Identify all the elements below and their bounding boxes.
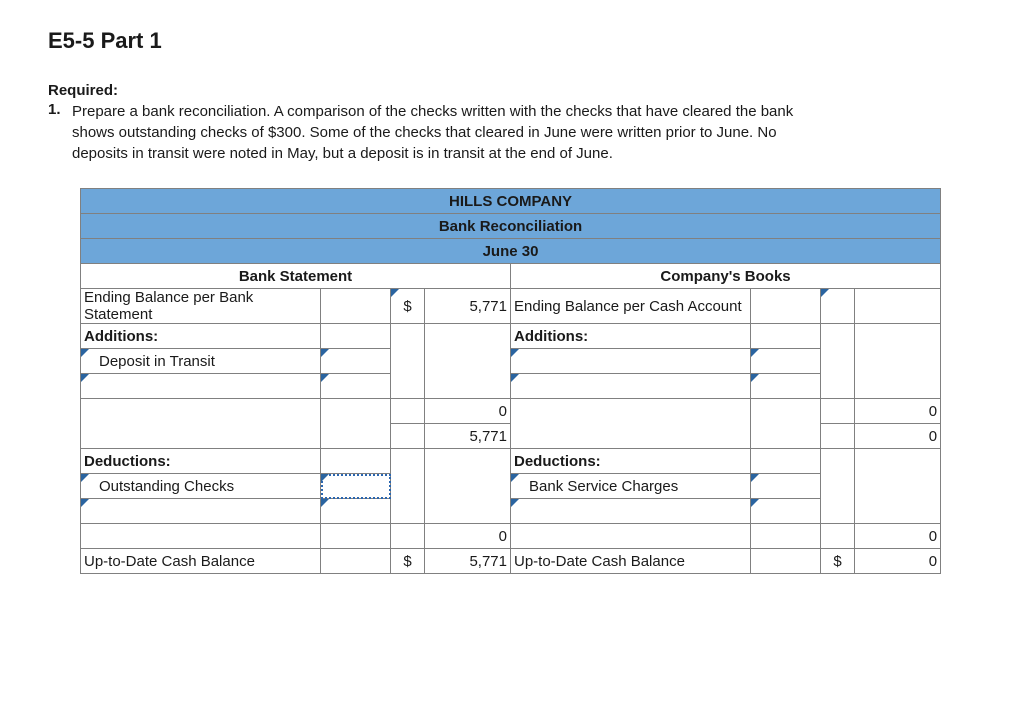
col-header-books: Company's Books bbox=[511, 264, 941, 289]
report-title: Bank Reconciliation bbox=[81, 214, 941, 239]
right-add1-dropdown[interactable] bbox=[511, 349, 751, 374]
right-uptodate-label: Up-to-Date Cash Balance bbox=[511, 549, 751, 574]
right-add2-amt[interactable] bbox=[751, 374, 821, 399]
left-after-add: 5,771 bbox=[425, 424, 511, 449]
left-add2-dropdown[interactable] bbox=[81, 374, 321, 399]
left-uptodate-cur: $ bbox=[391, 549, 425, 574]
right-ded1-amt[interactable] bbox=[751, 474, 821, 499]
right-ending-val[interactable] bbox=[855, 289, 941, 324]
left-ded-subtotal: 0 bbox=[425, 524, 511, 549]
left-add-subtotal: 0 bbox=[425, 399, 511, 424]
required-block: Required: 1. Prepare a bank reconciliati… bbox=[48, 82, 976, 164]
left-ending-label: Ending Balance per Bank Statement bbox=[81, 289, 321, 324]
right-add2-dropdown[interactable] bbox=[511, 374, 751, 399]
required-label: Required: bbox=[48, 82, 976, 99]
reconciliation-table: HILLS COMPANY Bank Reconciliation June 3… bbox=[80, 188, 941, 574]
left-ending-input1[interactable] bbox=[321, 289, 391, 324]
report-date: June 30 bbox=[81, 239, 941, 264]
left-add1-amt[interactable] bbox=[321, 349, 391, 374]
right-ded-subtotal: 0 bbox=[855, 524, 941, 549]
left-ded1-amt[interactable] bbox=[321, 474, 391, 499]
left-additions-label: Additions: bbox=[81, 324, 321, 349]
right-add-subtotal: 0 bbox=[855, 399, 941, 424]
left-ded2-amt[interactable] bbox=[321, 499, 391, 524]
left-ded1-dropdown[interactable]: Outstanding Checks bbox=[81, 474, 321, 499]
right-ded2-dropdown[interactable] bbox=[511, 499, 751, 524]
left-ded2-dropdown[interactable] bbox=[81, 499, 321, 524]
required-number: 1. bbox=[48, 101, 70, 164]
right-ending-cur[interactable] bbox=[821, 289, 855, 324]
right-ending-input1[interactable] bbox=[751, 289, 821, 324]
company-name: HILLS COMPANY bbox=[81, 189, 941, 214]
right-ending-label: Ending Balance per Cash Account bbox=[511, 289, 751, 324]
left-uptodate-label: Up-to-Date Cash Balance bbox=[81, 549, 321, 574]
left-uptodate-val: 5,771 bbox=[425, 549, 511, 574]
required-text: Prepare a bank reconciliation. A compari… bbox=[70, 101, 832, 164]
right-add1-amt[interactable] bbox=[751, 349, 821, 374]
left-add1-dropdown[interactable]: Deposit in Transit bbox=[81, 349, 321, 374]
right-ded2-amt[interactable] bbox=[751, 499, 821, 524]
right-ded1-dropdown[interactable]: Bank Service Charges bbox=[511, 474, 751, 499]
left-ending-cur[interactable]: $ bbox=[391, 289, 425, 324]
left-deductions-label: Deductions: bbox=[81, 449, 321, 474]
page-title: E5-5 Part 1 bbox=[48, 28, 976, 54]
left-ending-val[interactable]: 5,771 bbox=[425, 289, 511, 324]
right-deductions-label: Deductions: bbox=[511, 449, 751, 474]
right-after-add: 0 bbox=[855, 424, 941, 449]
col-header-bank: Bank Statement bbox=[81, 264, 511, 289]
right-uptodate-cur: $ bbox=[821, 549, 855, 574]
left-add2-amt[interactable] bbox=[321, 374, 391, 399]
right-uptodate-val: 0 bbox=[855, 549, 941, 574]
right-additions-label: Additions: bbox=[511, 324, 751, 349]
